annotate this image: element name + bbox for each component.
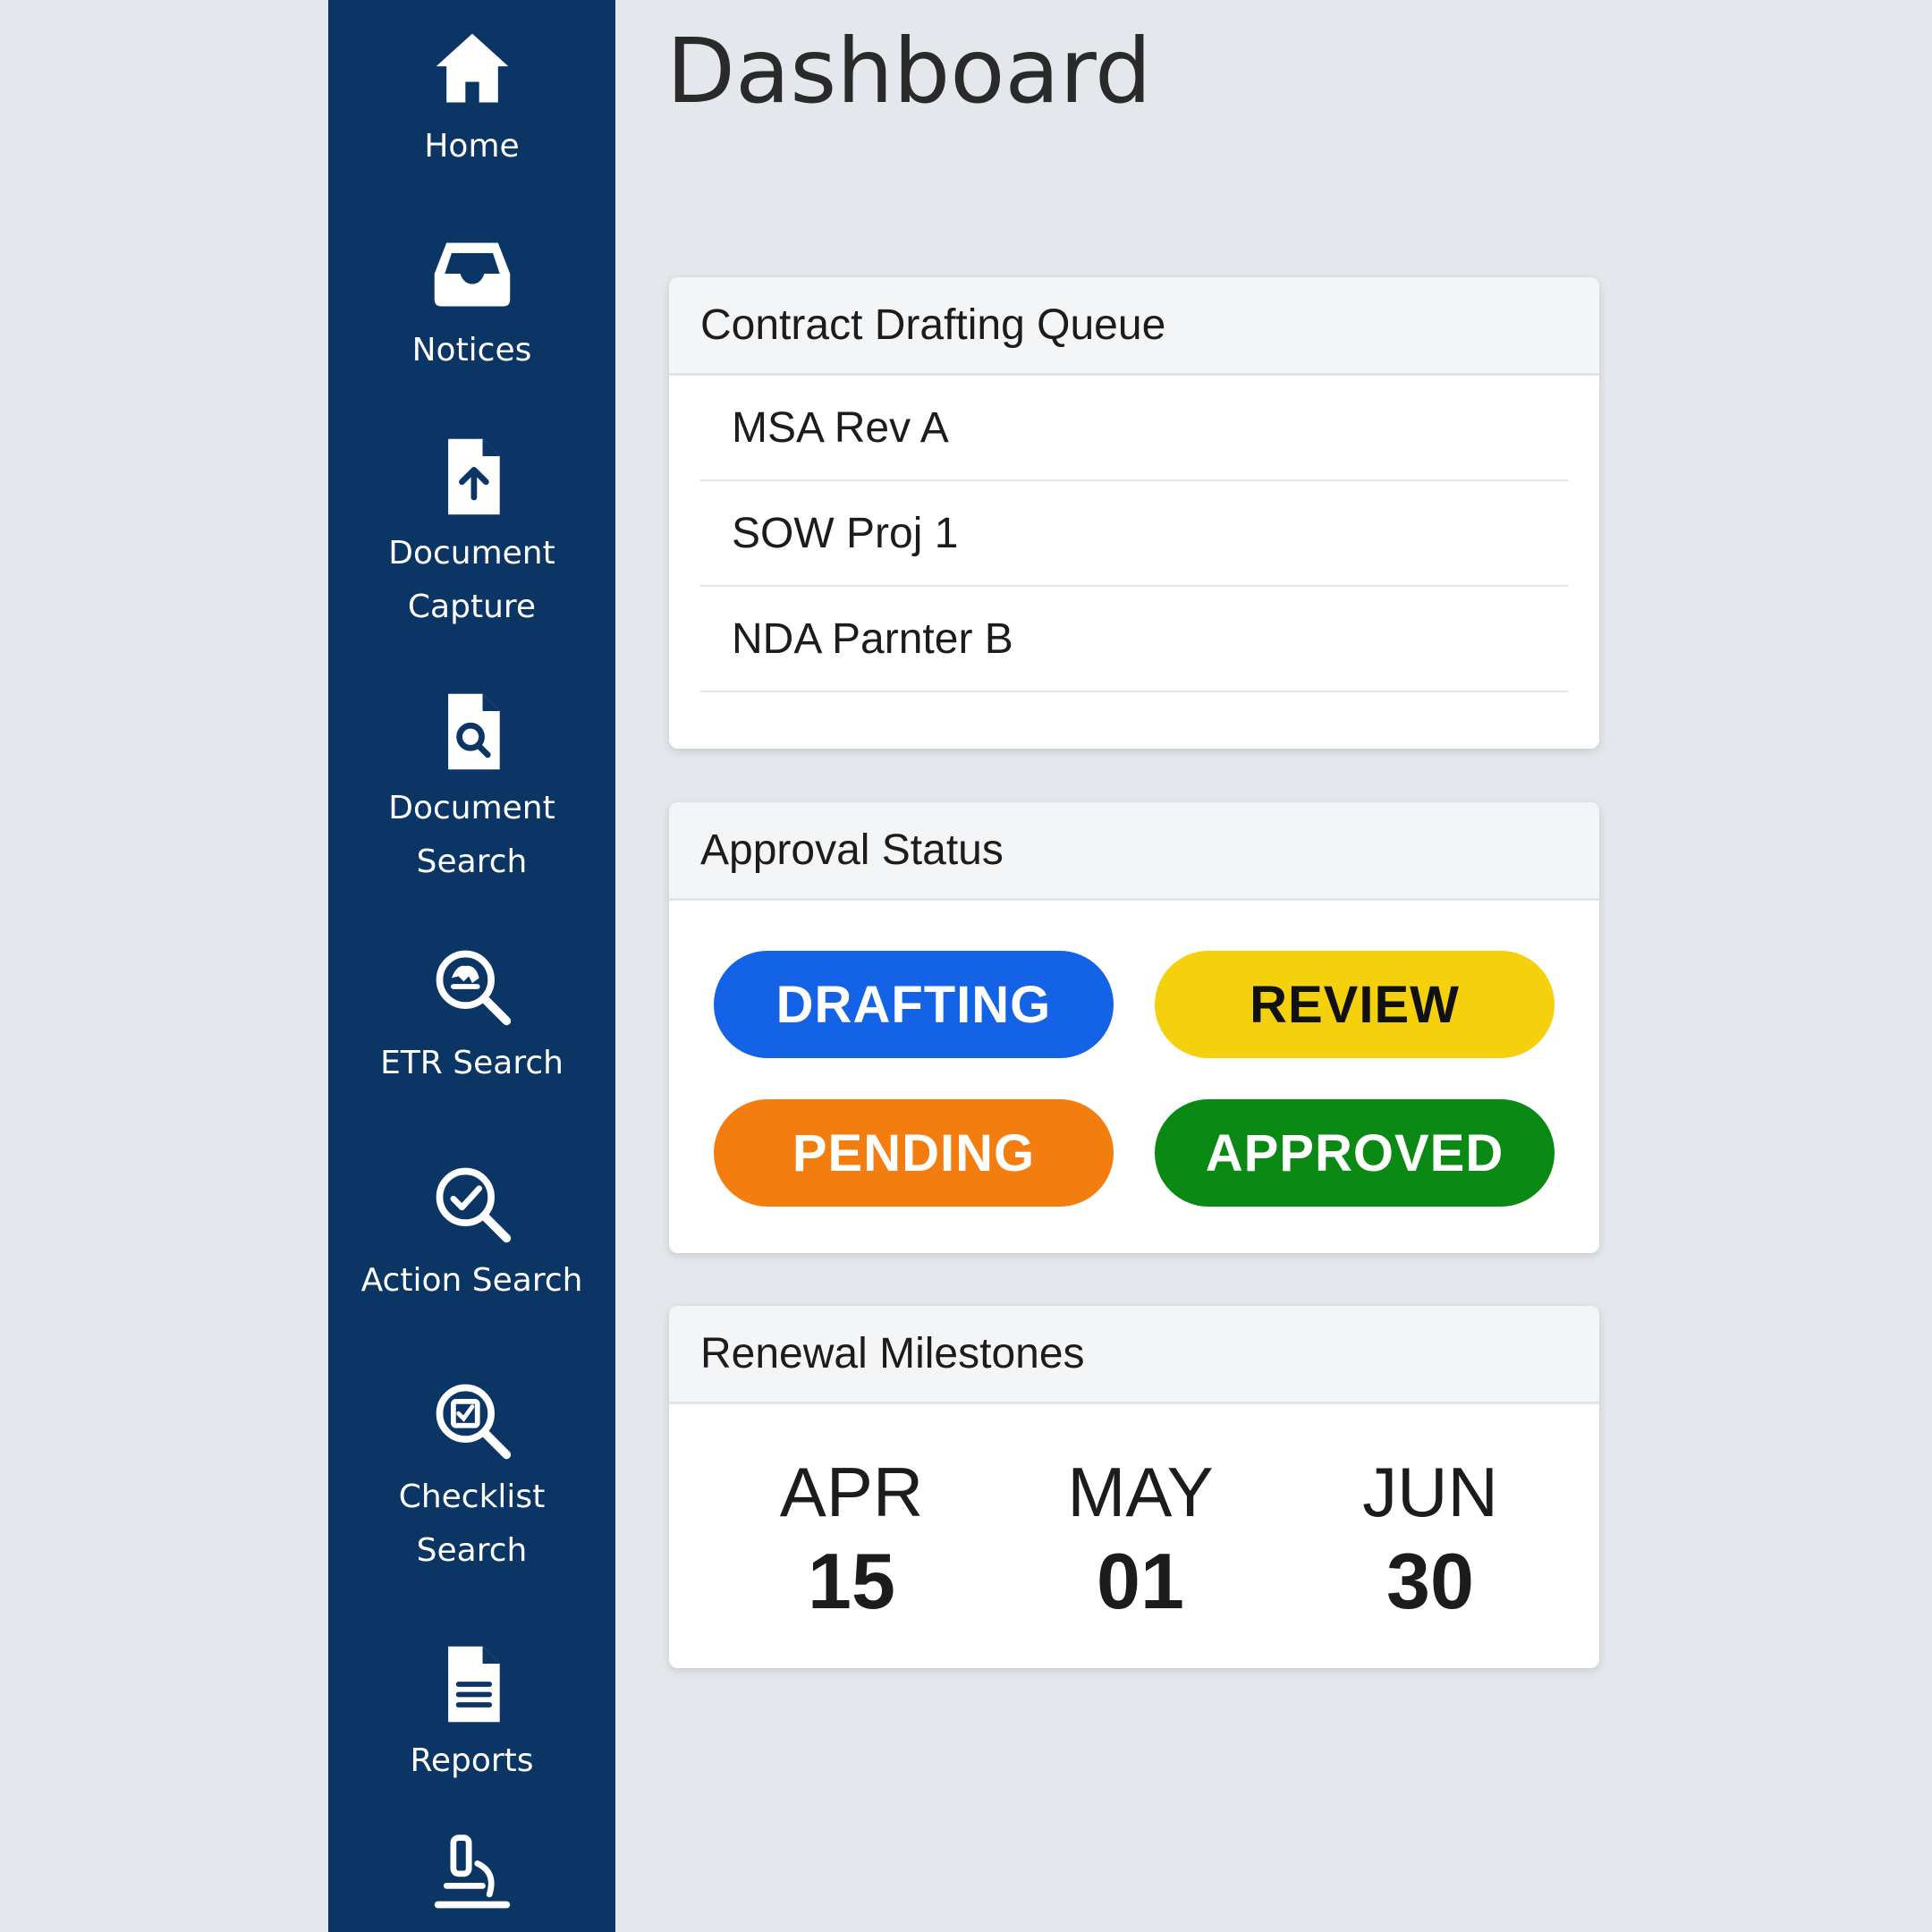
sidebar-item-label: Checklist Search [398, 1479, 546, 1569]
milestone-day: 15 [808, 1537, 895, 1625]
status-badge-approved[interactable]: APPROVED [1155, 1099, 1555, 1207]
milestone-month: JUN [1362, 1453, 1498, 1531]
sidebar-item-etr-search[interactable]: ETR Search [328, 944, 615, 1090]
milestone-date[interactable]: APR 15 [735, 1449, 968, 1628]
report-icon [447, 1646, 500, 1723]
document-search-icon [447, 693, 500, 770]
home-icon [436, 33, 508, 103]
inbox-icon [434, 242, 510, 307]
sidebar-item-label: ETR Search [380, 1045, 564, 1081]
milestone-date[interactable]: MAY 01 [1024, 1449, 1257, 1628]
sidebar-item-label: Reports [410, 1742, 534, 1779]
sidebar-item-lab[interactable] [328, 1829, 615, 1915]
sidebar-item-notices[interactable]: Notices [328, 231, 615, 377]
status-badge-review[interactable]: REVIEW [1155, 951, 1555, 1058]
approval-status-card: Approval Status DRAFTING REVIEW PENDING … [669, 802, 1599, 1253]
sidebar-item-home[interactable]: Home [328, 27, 615, 174]
milestone-date[interactable]: JUN 30 [1314, 1449, 1546, 1628]
sidebar-item-label: Action Search [360, 1262, 583, 1299]
list-item[interactable]: NDA Parnter B [700, 587, 1568, 692]
sidebar-item-checklist-search[interactable]: Checklist Search [328, 1377, 615, 1578]
sidebar-item-reports[interactable]: Reports [328, 1641, 615, 1788]
milestone-row: APR 15 MAY 01 JUN 30 [669, 1404, 1599, 1668]
milestone-month: MAY [1067, 1453, 1214, 1531]
checklist-search-icon [436, 1384, 511, 1460]
document-upload-icon [447, 438, 500, 515]
list-item[interactable]: SOW Proj 1 [700, 481, 1568, 587]
contract-queue-card: Contract Drafting Queue MSA Rev A SOW Pr… [669, 277, 1599, 749]
milestone-day: 30 [1386, 1537, 1474, 1625]
action-search-icon [436, 1167, 511, 1243]
status-badge-drafting[interactable]: DRAFTING [714, 951, 1114, 1058]
sidebar-item-action-search[interactable]: Action Search [328, 1161, 615, 1308]
renewal-milestones-card: Renewal Milestones APR 15 MAY 01 JUN 30 [669, 1306, 1599, 1668]
milestone-month: APR [779, 1453, 924, 1531]
list-item[interactable]: MSA Rev A [700, 376, 1568, 481]
status-badge-pending[interactable]: PENDING [714, 1099, 1114, 1207]
microscope-icon [434, 1835, 510, 1909]
sidebar-nav: Home Notices Document Capture Document S… [328, 0, 615, 1932]
milestone-day: 01 [1097, 1537, 1184, 1625]
approval-status-title: Approval Status [669, 802, 1599, 901]
page-title: Dashboard [666, 19, 1152, 123]
contract-queue-title: Contract Drafting Queue [669, 277, 1599, 376]
renewal-milestones-title: Renewal Milestones [669, 1306, 1599, 1404]
etr-search-icon [436, 950, 511, 1026]
contract-queue-list: MSA Rev A SOW Proj 1 NDA Parnter B [669, 376, 1599, 692]
sidebar-item-document-capture[interactable]: Document Capture [328, 434, 615, 634]
sidebar-item-document-search[interactable]: Document Search [328, 689, 615, 889]
sidebar-item-label: Document Search [388, 790, 555, 880]
sidebar-item-label: Home [424, 128, 520, 165]
sidebar-item-label: Notices [411, 332, 532, 369]
sidebar-item-label: Document Capture [388, 535, 555, 625]
